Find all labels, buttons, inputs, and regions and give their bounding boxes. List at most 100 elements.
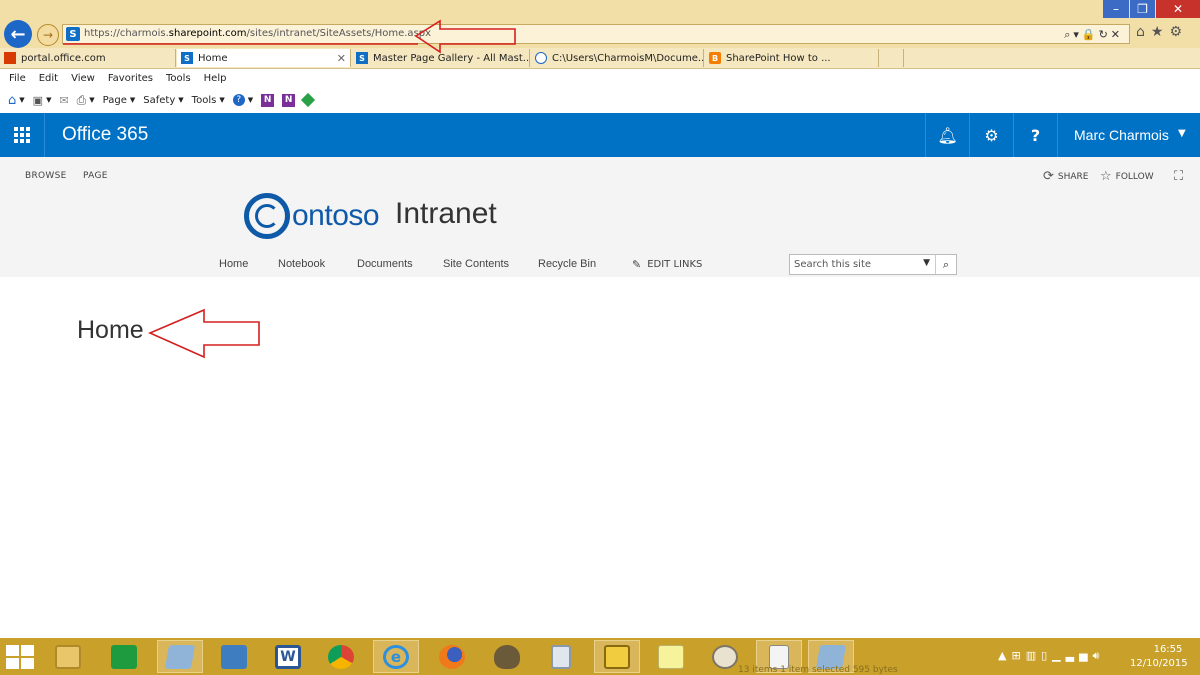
taskbar-chrome[interactable] bbox=[318, 640, 364, 673]
nav-documents[interactable]: Documents bbox=[357, 258, 413, 270]
onenote-linked-icon: N bbox=[282, 93, 296, 107]
follow-label: FOLLOW bbox=[1115, 171, 1154, 182]
tab-label: Home bbox=[198, 52, 228, 64]
system-tray[interactable]: ▲⊞▥▯▁▃▅🔊︎ bbox=[998, 649, 1104, 663]
office365-suite-bar: Office 365 🔔︎ ⚙ ? Marc Charmois ▼ bbox=[0, 113, 1200, 157]
gear-icon[interactable]: ⚙ bbox=[1169, 24, 1188, 40]
chevron-down-icon[interactable]: ▼ bbox=[1178, 128, 1186, 139]
minimize-button[interactable]: – bbox=[1103, 0, 1129, 18]
print-command[interactable]: ⎙ ▼ bbox=[77, 93, 95, 108]
taskbar-folders[interactable] bbox=[594, 640, 640, 673]
nav-recycle-bin[interactable]: Recycle Bin bbox=[538, 258, 596, 270]
help-command[interactable]: ? ▼ bbox=[232, 94, 253, 106]
nav-site-contents[interactable]: Site Contents bbox=[443, 258, 509, 270]
store-icon bbox=[111, 644, 137, 669]
nav-notebook[interactable]: Notebook bbox=[278, 258, 325, 270]
site-title[interactable]: Intranet bbox=[395, 197, 497, 231]
safety-command[interactable]: Safety ▼ bbox=[143, 95, 183, 106]
word-icon: W bbox=[275, 644, 301, 669]
clock-time[interactable]: 16:55 bbox=[1148, 644, 1188, 655]
notifications-button[interactable]: 🔔︎ bbox=[925, 113, 969, 157]
star-outline-icon: ☆ bbox=[1100, 169, 1112, 184]
close-tab-icon[interactable]: ✕ bbox=[337, 52, 346, 65]
onenote-icon: N bbox=[261, 93, 275, 107]
menu-help[interactable]: Help bbox=[204, 73, 227, 84]
taskbar-file-explorer[interactable] bbox=[45, 640, 91, 673]
site-search: ▼ ⌕ bbox=[789, 254, 957, 275]
page-title: Home bbox=[77, 316, 144, 344]
onenote-command[interactable]: N bbox=[261, 93, 275, 107]
question-icon: ? bbox=[1030, 125, 1041, 145]
windows-taskbar: W e ▲⊞▥▯▁▃▅🔊︎ bbox=[0, 638, 1200, 675]
pencil-icon: ✎ bbox=[632, 258, 642, 271]
command-bar: ⌂ ▼ ▣ ▼ ✉ ⎙ ▼ Page ▼ Safety ▼ Tools ▼ ? ▼ N N bbox=[0, 88, 1200, 112]
help-button[interactable]: ? bbox=[1013, 113, 1057, 157]
feeds-command[interactable]: ▣ ▼ bbox=[33, 94, 52, 107]
tab-local-file[interactable]: C:\Users\CharmoisM\Docume... bbox=[531, 49, 704, 67]
taskbar-word[interactable]: W bbox=[265, 640, 311, 673]
favorites-star-icon[interactable]: ★ bbox=[1151, 24, 1170, 40]
share-icon: ⟳ bbox=[1043, 169, 1054, 184]
suite-title[interactable]: Office 365 bbox=[62, 124, 148, 146]
sharepoint-icon: S bbox=[181, 52, 193, 64]
taskbar-store[interactable] bbox=[101, 640, 147, 673]
user-name[interactable]: Marc Charmois bbox=[1074, 127, 1169, 143]
address-bar-icons[interactable]: ⌕▾🔒↻✕ bbox=[1064, 28, 1123, 42]
ie-page-icon bbox=[535, 52, 547, 64]
app-launcher-button[interactable] bbox=[0, 113, 45, 157]
ie-icon: e bbox=[383, 644, 409, 669]
annotation-underline-url bbox=[63, 43, 418, 45]
volume-icon: 🔊︎ bbox=[1092, 649, 1105, 662]
search-input[interactable] bbox=[790, 255, 922, 274]
annotation-arrow-title bbox=[148, 308, 260, 359]
ribbon-tab-browse[interactable]: BROWSE bbox=[25, 171, 67, 181]
help-icon: ? bbox=[232, 94, 245, 106]
taskbar-remote-desktop[interactable] bbox=[211, 640, 257, 673]
search-button[interactable]: ⌕ bbox=[935, 255, 956, 274]
home-command[interactable]: ⌂ ▼ bbox=[8, 93, 25, 108]
tab-sharepoint-how-to[interactable]: B SharePoint How to ... bbox=[705, 49, 879, 67]
share-button[interactable]: ⟳ SHARE bbox=[1043, 169, 1088, 184]
menu-file[interactable]: File bbox=[9, 73, 26, 84]
tab-portal[interactable]: portal.office.com bbox=[0, 49, 176, 67]
menu-tools[interactable]: Tools bbox=[166, 73, 191, 84]
tools-command[interactable]: Tools ▼ bbox=[192, 95, 225, 106]
office-icon bbox=[4, 52, 16, 64]
windows-start-icon[interactable] bbox=[4, 643, 36, 670]
ribbon-tab-page[interactable]: PAGE bbox=[83, 171, 108, 181]
chevron-up-icon: ▲ bbox=[998, 649, 1012, 662]
taskbar-firefox[interactable] bbox=[429, 640, 475, 673]
sticky-notes-icon bbox=[658, 644, 684, 669]
search-scope-dropdown[interactable]: ▼ bbox=[923, 258, 930, 268]
maximize-button[interactable]: ❐ bbox=[1130, 0, 1155, 18]
logo-text: ontoso bbox=[292, 199, 380, 232]
browser-toolbar-icons: ⌂★⚙ bbox=[1136, 24, 1188, 40]
folder-icon bbox=[55, 644, 81, 669]
taskbar-notes[interactable] bbox=[157, 640, 203, 673]
mail-command[interactable]: ✉ bbox=[59, 94, 68, 107]
waffle-icon bbox=[14, 127, 30, 143]
settings-button[interactable]: ⚙ bbox=[969, 113, 1013, 157]
menu-view[interactable]: View bbox=[71, 73, 95, 84]
follow-button[interactable]: ☆ FOLLOW bbox=[1100, 169, 1154, 184]
nav-home[interactable]: Home bbox=[219, 258, 248, 270]
menu-favorites[interactable]: Favorites bbox=[108, 73, 153, 84]
taskbar-internet-explorer[interactable]: e bbox=[373, 640, 419, 673]
onenote-linked-command[interactable]: N bbox=[282, 93, 296, 107]
addon-command[interactable] bbox=[301, 92, 316, 108]
menu-edit[interactable]: Edit bbox=[39, 73, 58, 84]
new-tab-button[interactable] bbox=[880, 49, 904, 67]
taskbar-gimp[interactable] bbox=[484, 640, 530, 673]
taskbar-sticky-notes[interactable] bbox=[648, 640, 694, 673]
page-command[interactable]: Page ▼ bbox=[103, 95, 136, 106]
focus-mode-button[interactable]: ⛶ bbox=[1174, 169, 1187, 184]
site-logo[interactable]: ontoso bbox=[244, 193, 380, 239]
clock-date[interactable]: 12/10/2015 bbox=[1130, 658, 1188, 669]
home-icon[interactable]: ⌂ bbox=[1136, 24, 1151, 40]
taskbar-calculator[interactable] bbox=[538, 640, 584, 673]
edit-links-button[interactable]: ✎ EDIT LINKS bbox=[632, 258, 702, 271]
close-button[interactable]: ✕ bbox=[1156, 0, 1200, 18]
notes-icon bbox=[164, 644, 196, 669]
firefox-icon bbox=[439, 644, 465, 669]
tab-home[interactable]: S Home ✕ bbox=[177, 49, 351, 67]
